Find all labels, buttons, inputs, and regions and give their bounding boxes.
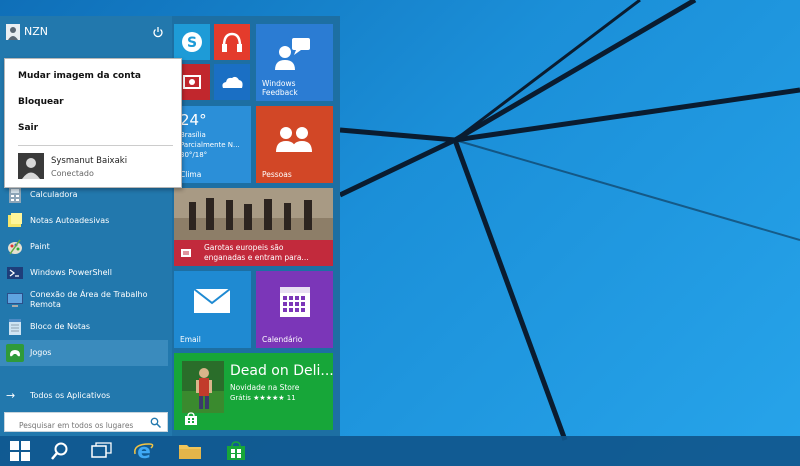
app-label: Notas Autoadesivas xyxy=(30,216,110,225)
store-button[interactable] xyxy=(216,436,256,466)
app-label: Windows PowerShell xyxy=(30,268,112,277)
tile-skype[interactable]: S xyxy=(174,24,210,60)
menu-separator xyxy=(18,145,173,146)
task-view-icon xyxy=(91,442,112,458)
other-user-name[interactable]: Sysmanut Baixaki xyxy=(51,156,127,166)
tile-weather[interactable]: 24° Brasília Parcialmente N... 30°/18° C… xyxy=(174,106,251,183)
weather-city: Brasília xyxy=(180,131,206,139)
store-app-title: Dead on Deli... xyxy=(230,363,333,379)
user-name: NZN xyxy=(24,25,48,38)
tile-people[interactable]: Pessoas xyxy=(256,106,333,183)
paint-icon xyxy=(8,239,22,255)
other-user-avatar-icon[interactable] xyxy=(18,153,44,179)
games-icon xyxy=(6,344,24,362)
task-view-button[interactable] xyxy=(82,436,122,466)
tile-windows-feedback[interactable]: Windows Feedback xyxy=(256,24,333,101)
search-input[interactable] xyxy=(5,416,145,435)
notepad-icon xyxy=(9,319,21,335)
app-item-remote-desktop[interactable]: Conexão de Área de Trabalho Remota xyxy=(0,286,168,314)
powershell-icon xyxy=(7,267,23,279)
store-bag-icon xyxy=(185,412,197,425)
taskbar: e xyxy=(0,436,800,466)
account-dropdown-menu: Mudar imagem da conta Bloquear Sair Sysm… xyxy=(4,58,182,188)
search-icon xyxy=(51,442,68,460)
app-label: Jogos xyxy=(30,348,52,357)
onedrive-cloud-icon xyxy=(222,76,243,88)
weather-temperature: 24° xyxy=(180,111,207,129)
user-avatar-icon xyxy=(6,24,20,40)
store-bag-icon xyxy=(227,441,245,460)
remote-desktop-icon xyxy=(7,293,23,307)
people-icon xyxy=(276,127,312,152)
weather-range: 30°/18° xyxy=(180,151,208,159)
app-item-sticky-notes[interactable]: Notas Autoadesivas xyxy=(0,208,168,234)
windows-logo-icon xyxy=(10,441,30,461)
start-menu: NZN Ferramentas de Captura Calculadora N… xyxy=(0,16,340,436)
all-apps-label: Todos os Aplicativos xyxy=(30,390,111,400)
feedback-people-icon xyxy=(275,38,310,70)
menu-item-sign-out[interactable]: Sair xyxy=(18,123,38,133)
headphones-icon xyxy=(222,32,242,52)
game-art-image xyxy=(182,361,224,413)
all-apps-button[interactable]: → Todos os Aplicativos xyxy=(6,388,110,402)
file-explorer-button[interactable] xyxy=(170,436,210,466)
app-label: Calculadora xyxy=(30,190,78,199)
tile-mail[interactable]: Email xyxy=(174,271,251,348)
calendar-icon xyxy=(280,287,310,317)
power-icon[interactable] xyxy=(152,26,164,38)
weather-description: Parcialmente N... xyxy=(180,141,240,149)
internet-explorer-button[interactable]: e xyxy=(124,436,164,466)
user-account-button[interactable]: NZN xyxy=(6,24,166,42)
tile-label: Calendário xyxy=(262,335,303,344)
taskbar-search-button[interactable] xyxy=(40,436,80,466)
search-icon[interactable] xyxy=(150,417,161,428)
skype-icon: S xyxy=(182,32,202,52)
app-label: Bloco de Notas xyxy=(30,322,91,331)
tile-store[interactable]: Dead on Deli... Novidade na Store Grátis… xyxy=(174,353,333,430)
other-user-status: Conectado xyxy=(51,169,94,178)
start-button[interactable] xyxy=(0,436,40,466)
tile-label: Clima xyxy=(180,170,202,179)
search-box[interactable] xyxy=(4,412,168,435)
calculator-icon xyxy=(9,187,21,203)
app-item-powershell[interactable]: Windows PowerShell xyxy=(0,260,168,286)
internet-explorer-icon: e xyxy=(134,440,154,462)
tile-news[interactable]: Garotas europeis são enganadas e entram … xyxy=(174,188,333,266)
app-item-games[interactable]: Jogos xyxy=(0,340,168,366)
store-app-rating: Grátis ★★★★★ 11 xyxy=(230,394,296,402)
store-app-subtitle: Novidade na Store xyxy=(230,383,300,392)
svg-text:S: S xyxy=(187,35,197,51)
tile-music[interactable] xyxy=(214,24,250,60)
news-icon xyxy=(181,249,191,257)
tile-label: Email xyxy=(180,335,201,344)
news-headline: Garotas europeis são enganadas e entram … xyxy=(204,243,309,262)
tile-calendar[interactable]: Calendário xyxy=(256,271,333,348)
tile-onedrive[interactable] xyxy=(214,64,250,100)
app-label: Conexão de Área de Trabalho Remota xyxy=(30,290,148,309)
news-photo xyxy=(174,188,333,240)
mail-icon xyxy=(193,288,231,313)
tile-label: Windows Feedback xyxy=(262,79,298,97)
app-list: Calculadora Notas Autoadesivas Paint Win… xyxy=(0,182,168,366)
app-item-paint[interactable]: Paint xyxy=(0,234,168,260)
menu-item-lock[interactable]: Bloquear xyxy=(18,97,64,107)
app-label: Paint xyxy=(30,242,50,251)
menu-item-change-account-picture[interactable]: Mudar imagem da conta xyxy=(18,71,141,81)
arrow-right-icon: → xyxy=(6,388,16,402)
folder-icon xyxy=(179,445,201,459)
sticky-notes-icon xyxy=(8,213,22,227)
app-item-notepad[interactable]: Bloco de Notas xyxy=(0,314,168,340)
tile-label: Pessoas xyxy=(262,170,292,179)
